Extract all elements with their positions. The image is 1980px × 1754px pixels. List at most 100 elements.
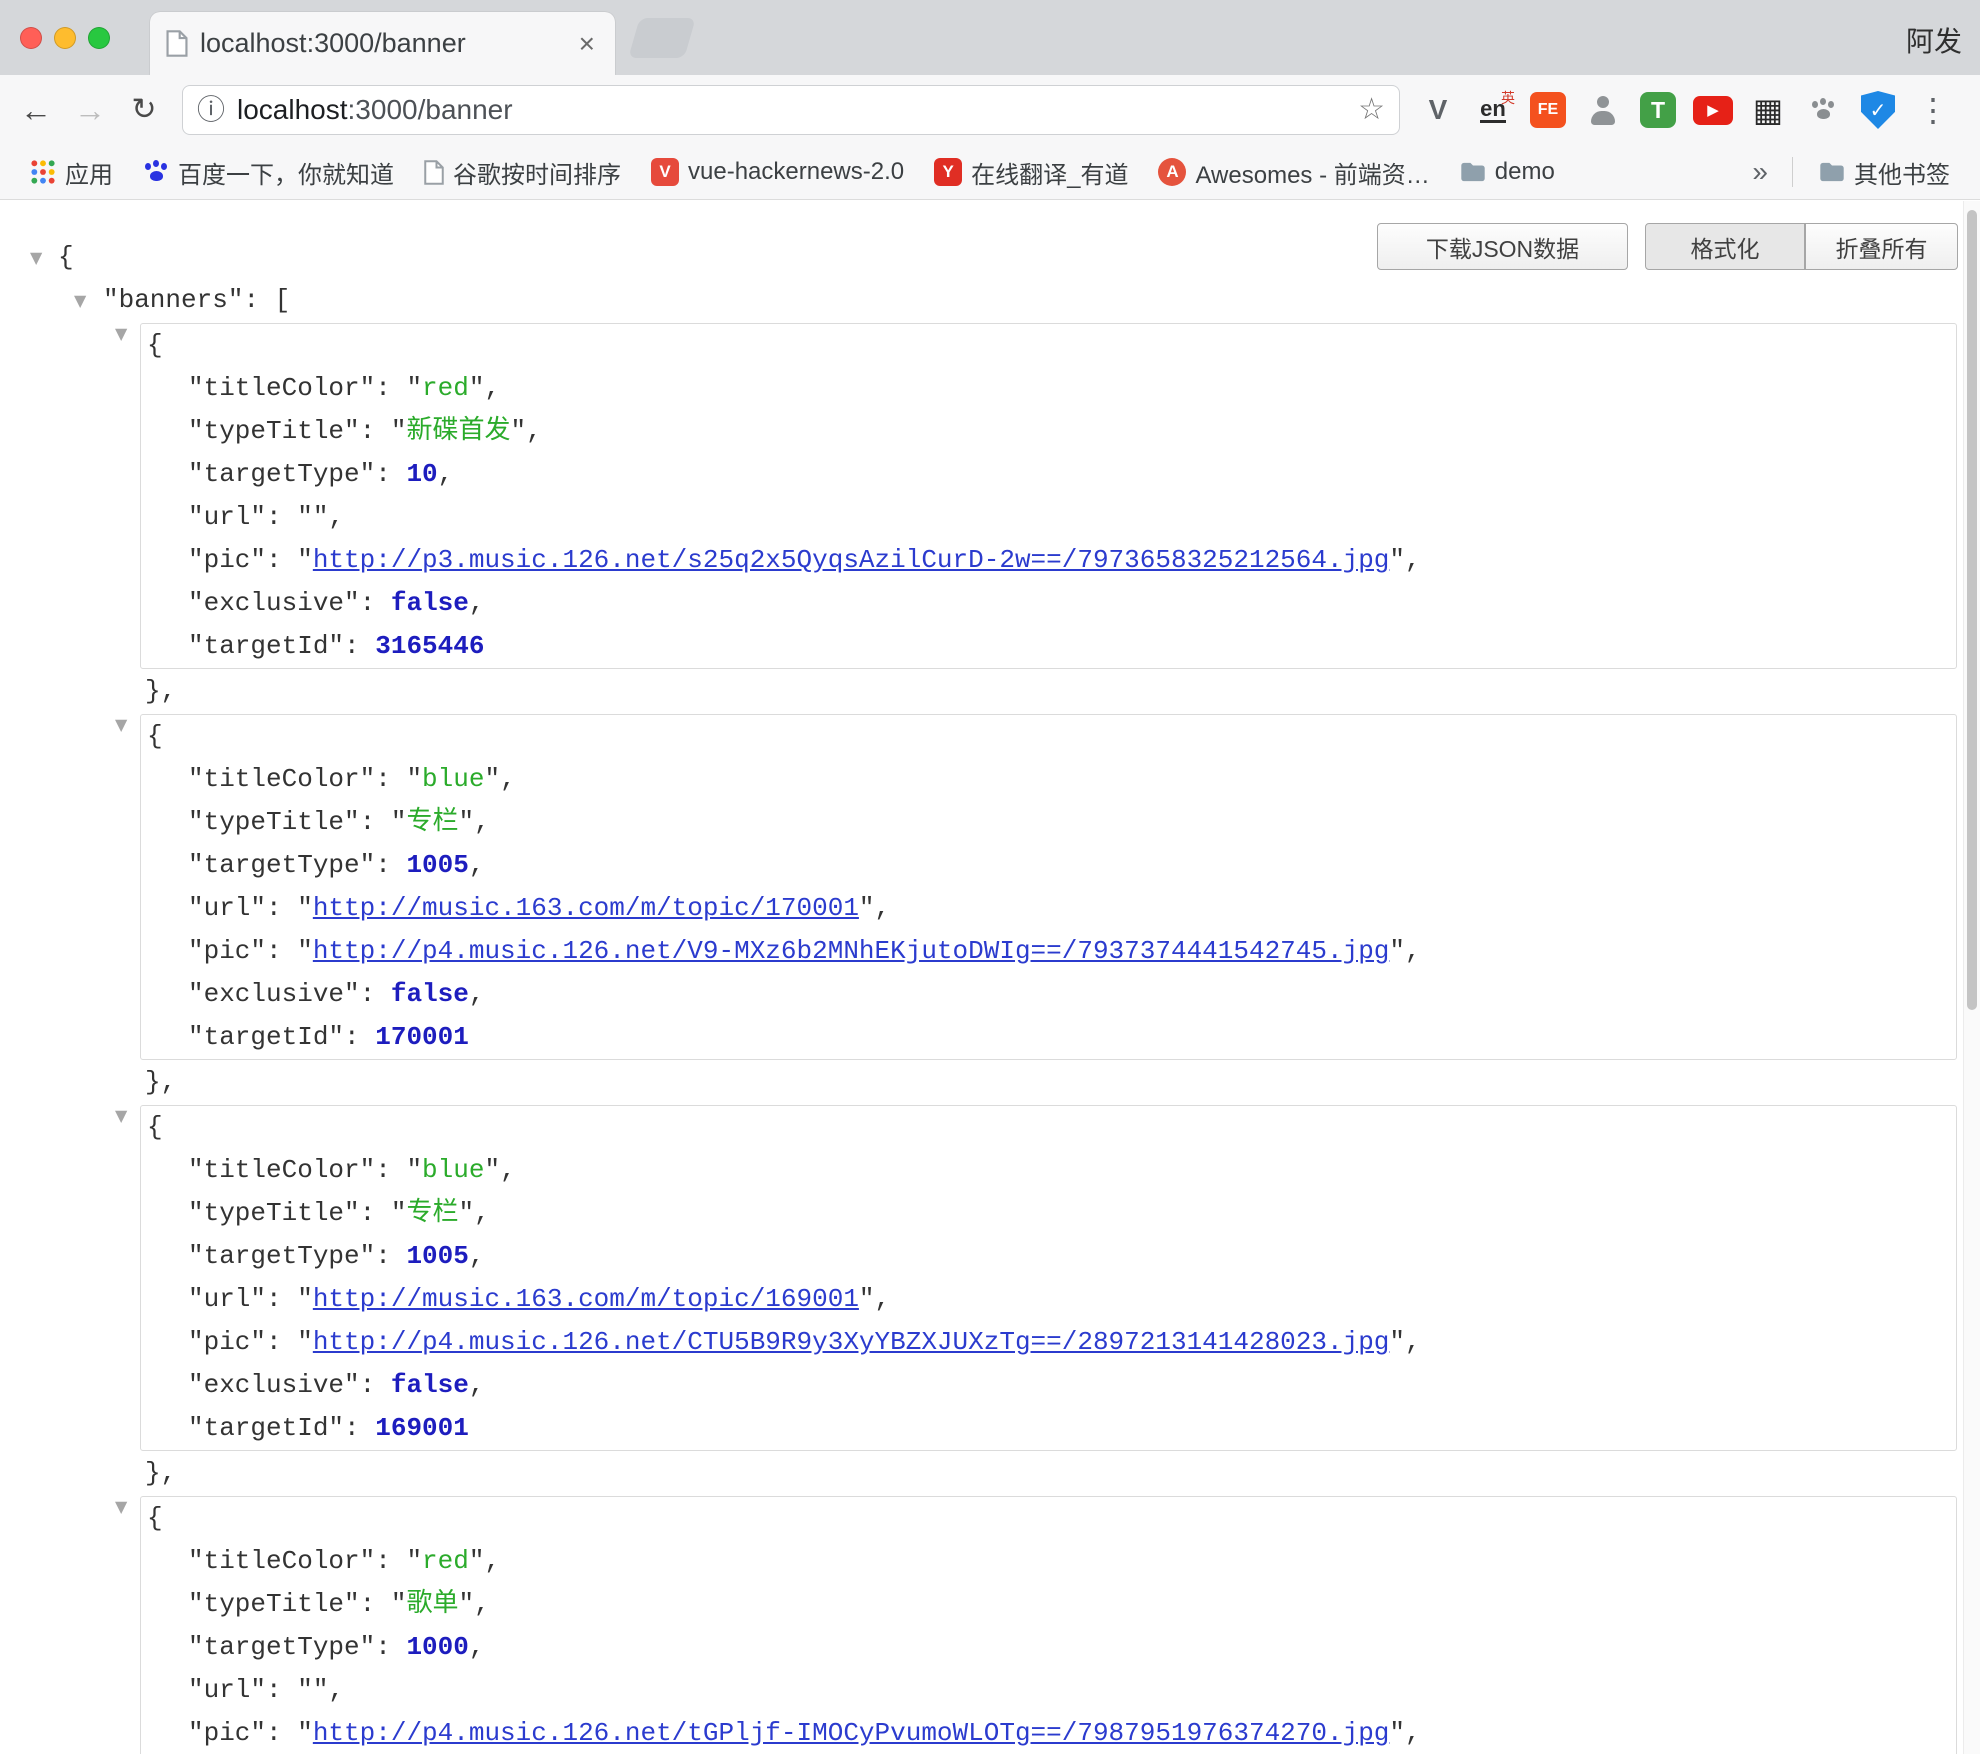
json-key: "pic" (188, 545, 266, 575)
other-bookmarks-folder[interactable]: 其他书签 (1807, 151, 1962, 194)
vimium-extension-icon[interactable]: V (1416, 88, 1460, 132)
browser-tab[interactable]: localhost:3000/banner × (150, 12, 615, 75)
bookmark-star-icon[interactable]: ☆ (1358, 95, 1385, 125)
scrollbar-thumb[interactable] (1967, 210, 1977, 1010)
json-key: "targetType" (188, 1632, 375, 1662)
collapse-triangle-icon[interactable]: ▼ (115, 1497, 127, 1516)
collapse-triangle-icon[interactable]: ▼ (115, 715, 127, 734)
bookmark-item-youdao[interactable]: Y 在线翻译_有道 (922, 151, 1140, 194)
json-property-line: "pic": "http://p4.music.126.net/tGPljf-I… (141, 1712, 1956, 1754)
json-property-line: "url": "http://music.163.com/m/topic/169… (141, 1278, 1956, 1321)
json-object-open: { (141, 324, 1956, 367)
fe-glyph: FE (1530, 92, 1566, 128)
bookmark-item-google-sort[interactable]: 谷歌按时间排序 (412, 151, 633, 194)
json-object-box: ▼{"titleColor": "blue","typeTitle": "专栏"… (140, 714, 1957, 1060)
json-property-line: "pic": "http://p4.music.126.net/V9-MXz6b… (141, 930, 1956, 973)
json-key: "exclusive" (188, 1370, 360, 1400)
collapse-triangle-icon[interactable]: ▼ (115, 1106, 127, 1125)
profile-name[interactable]: 阿发 (1906, 20, 1962, 60)
paw-icon (1810, 98, 1836, 122)
json-key: "url" (188, 1675, 266, 1705)
close-window-button[interactable] (20, 27, 42, 49)
page-favicon-icon (166, 30, 188, 57)
json-literal-value: false (391, 1370, 469, 1400)
json-property-line: "targetType": 1005, (141, 844, 1956, 887)
folder-icon (1819, 161, 1845, 183)
json-key: "exclusive" (188, 588, 360, 618)
json-literal-value: 169001 (375, 1413, 469, 1443)
translate-extension-icon[interactable]: en英 (1471, 88, 1515, 132)
back-button[interactable]: ← (16, 94, 56, 126)
apps-shortcut[interactable]: 应用 (18, 151, 125, 194)
folder-icon (1460, 161, 1486, 183)
json-property-line: "pic": "http://p4.music.126.net/CTU5B9R9… (141, 1321, 1956, 1364)
page-info-icon[interactable]: ⓘ (197, 96, 225, 124)
json-key: "titleColor" (188, 1546, 375, 1576)
bookmark-item-vue-hackernews[interactable]: V vue-hackernews-2.0 (639, 154, 916, 190)
youtube-extension-icon[interactable]: ▶ (1691, 88, 1735, 132)
collapse-triangle-icon[interactable]: ▼ (115, 324, 127, 343)
json-url-value[interactable]: http://p4.music.126.net/tGPljf-IMOCyPvum… (313, 1718, 1390, 1748)
people-extension-icon[interactable] (1581, 88, 1625, 132)
json-property-line: "targetId": 169001 (141, 1407, 1956, 1450)
fe-extension-icon[interactable]: FE (1526, 88, 1570, 132)
tab-close-icon[interactable]: × (575, 30, 599, 58)
json-string-value: 专栏 (406, 1198, 458, 1228)
json-key: "targetId" (188, 1022, 344, 1052)
json-literal-value: 1000 (406, 1632, 468, 1662)
new-tab-button[interactable] (628, 18, 695, 58)
window-controls (20, 27, 110, 49)
json-property-line: "exclusive": false, (141, 582, 1956, 625)
minimize-window-button[interactable] (54, 27, 76, 49)
tab-strip: localhost:3000/banner × 阿发 (0, 0, 1980, 75)
json-string-value: red (422, 1546, 469, 1576)
bookmark-label: 应用 (65, 155, 113, 190)
collapse-triangle-icon[interactable]: ▼ (30, 236, 42, 279)
reload-button[interactable]: ↻ (124, 95, 164, 125)
json-array-open: ▼"banners": [ (0, 279, 1980, 322)
json-url-value[interactable]: http://p4.music.126.net/V9-MXz6b2MNhEKju… (313, 936, 1390, 966)
t-shield-extension-icon[interactable]: T (1636, 88, 1680, 132)
json-property-line: "targetType": 1005, (141, 1235, 1956, 1278)
json-key: "typeTitle" (188, 807, 360, 837)
address-bar[interactable]: ⓘ localhost:3000/banner ☆ (182, 85, 1400, 135)
bookmark-label: 谷歌按时间排序 (453, 155, 621, 190)
url-text: localhost:3000/banner (237, 94, 513, 126)
json-key: "targetId" (188, 1413, 344, 1443)
json-object-box: ▼{"titleColor": "red","typeTitle": "歌单",… (140, 1496, 1957, 1754)
json-object-box: ▼{"titleColor": "blue","typeTitle": "专栏"… (140, 1105, 1957, 1451)
t-shield-glyph: T (1640, 92, 1676, 128)
apps-grid-icon (30, 159, 56, 185)
bookmark-label: vue-hackernews-2.0 (688, 158, 904, 186)
zoom-window-button[interactable] (88, 27, 110, 49)
json-key: "typeTitle" (188, 416, 360, 446)
json-key: "typeTitle" (188, 1198, 360, 1228)
json-url-value[interactable]: http://p4.music.126.net/CTU5B9R9y3XyYBZX… (313, 1327, 1390, 1357)
json-object-close: }, (0, 1061, 1980, 1104)
shield-check-extension-icon[interactable]: ✓ (1856, 88, 1900, 132)
json-key: "targetType" (188, 1241, 375, 1271)
paw-extension-icon[interactable] (1801, 88, 1845, 132)
json-literal-value: 170001 (375, 1022, 469, 1052)
json-object-open: { (141, 1497, 1956, 1540)
bookmark-item-demo[interactable]: demo (1448, 154, 1567, 190)
json-property-line: "titleColor": "red", (141, 1540, 1956, 1583)
json-literal-value: 1005 (406, 1241, 468, 1271)
json-property-line: "typeTitle": "歌单", (141, 1583, 1956, 1626)
browser-menu-icon[interactable]: ⋮ (1911, 94, 1955, 126)
json-property-line: "url": "http://music.163.com/m/topic/170… (141, 887, 1956, 930)
json-property-line: "titleColor": "blue", (141, 1149, 1956, 1192)
json-property-line: "exclusive": false, (141, 973, 1956, 1016)
qr-code-extension-icon[interactable]: ▦ (1746, 88, 1790, 132)
bookmarks-overflow-chevron[interactable]: » (1742, 156, 1778, 188)
collapse-triangle-icon[interactable]: ▼ (74, 279, 86, 322)
person-icon (1585, 92, 1621, 128)
json-url-value[interactable]: http://music.163.com/m/topic/169001 (313, 1284, 859, 1314)
json-key: "exclusive" (188, 979, 360, 1009)
bookmark-item-baidu[interactable]: 百度一下，你就知道 (131, 151, 406, 194)
bookmark-item-awesomes[interactable]: A Awesomes - 前端资… (1146, 151, 1441, 194)
forward-button[interactable]: → (70, 94, 110, 126)
a-badge-icon: A (1158, 158, 1186, 186)
json-url-value[interactable]: http://p3.music.126.net/s25q2x5QyqsAzilC… (313, 545, 1390, 575)
json-url-value[interactable]: http://music.163.com/m/topic/170001 (313, 893, 859, 923)
